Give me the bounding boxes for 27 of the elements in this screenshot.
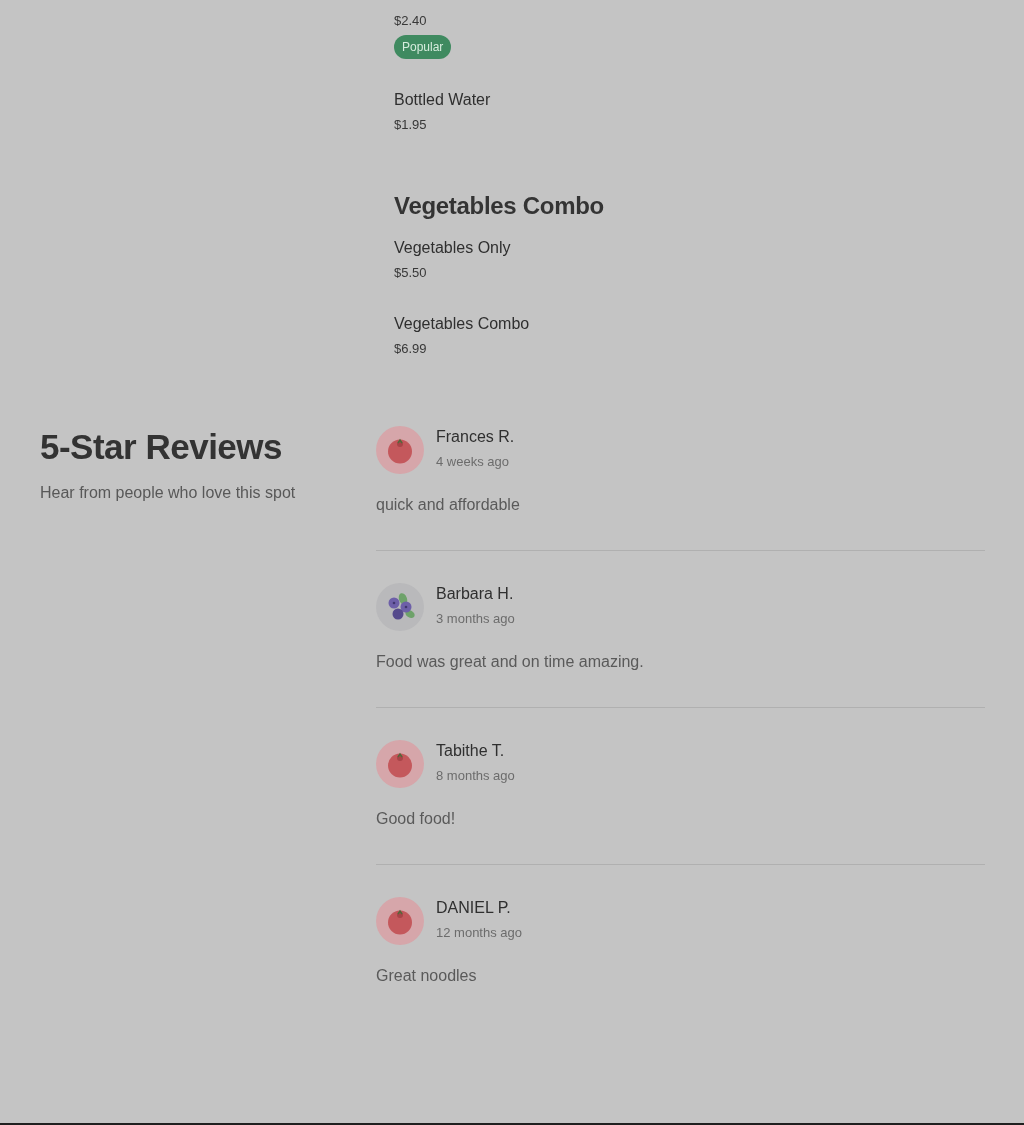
review-text: Good food! xyxy=(376,809,457,829)
menu-item-price: $6.99 xyxy=(394,340,428,358)
review-date: 12 months ago xyxy=(436,924,522,942)
menu-item-name: Vegetables Combo xyxy=(394,314,531,334)
tomato-icon xyxy=(376,740,424,788)
tomato-icon xyxy=(376,897,424,945)
reviewer-name: Frances R. xyxy=(436,427,515,447)
review-text: Great noodles xyxy=(376,966,478,986)
menu-item-price: $5.50 xyxy=(394,264,428,282)
reviewer-name: Tabithe T. xyxy=(436,741,506,761)
popular-badge: Popular xyxy=(394,35,452,59)
reviews-subtitle: Hear from people who love this spot xyxy=(40,483,297,503)
review-text: quick and affordable xyxy=(376,495,521,515)
menu-item-name: Bottled Water xyxy=(394,90,492,110)
menu-section-title: Vegetables Combo xyxy=(394,191,605,221)
tomato-icon xyxy=(376,426,424,474)
menu-item-price: $1.95 xyxy=(394,116,428,134)
reviewer-name: DANIEL P. xyxy=(436,898,512,918)
review-text: Food was great and on time amazing. xyxy=(376,652,645,672)
review-date: 4 weeks ago xyxy=(436,453,510,471)
menu-item-price: $2.40 xyxy=(394,12,428,30)
review-date: 8 months ago xyxy=(436,767,515,785)
blueberries-icon xyxy=(376,583,424,631)
menu-item-name: Vegetables Only xyxy=(394,238,512,258)
reviews-title: 5-Star Reviews xyxy=(40,426,284,468)
reviewer-name: Barbara H. xyxy=(436,584,515,604)
review-date: 3 months ago xyxy=(436,610,515,628)
